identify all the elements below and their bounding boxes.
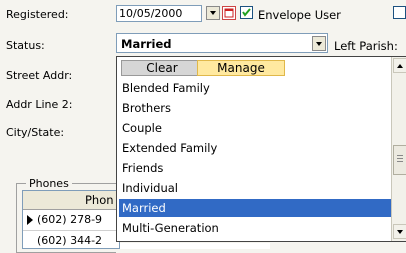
table-row[interactable]: (602) 278-9 <box>23 210 119 231</box>
phones-grid: Phon (602) 278-9 (602) 344-2 <box>22 190 120 249</box>
calendar-button[interactable] <box>222 6 236 20</box>
dropdown-option[interactable]: Multi-Generation <box>119 219 391 237</box>
extra-checkbox[interactable] <box>393 6 406 19</box>
date-dropdown-button[interactable] <box>206 6 220 20</box>
table-row[interactable]: (602) 344-2 <box>23 231 119 249</box>
scroll-thumb[interactable] <box>393 145 406 175</box>
phone-cell: (602) 278-9 <box>37 213 103 226</box>
dropdown-option[interactable]: Married <box>119 199 391 217</box>
dropdown-option[interactable]: Brothers <box>119 99 391 117</box>
registered-label: Registered: <box>6 8 69 21</box>
street-addr-label: Street Addr: <box>6 69 73 82</box>
dropdown-option[interactable]: Extended Family <box>119 139 391 157</box>
registered-date-field[interactable]: 10/05/2000 <box>116 5 202 22</box>
left-parish-label: Left Parish: <box>334 39 398 53</box>
dropdown-scrollbar[interactable] <box>391 57 406 241</box>
registered-date-value: 10/05/2000 <box>119 7 183 20</box>
status-select[interactable]: Married <box>116 33 328 53</box>
chevron-down-icon <box>316 41 322 46</box>
chevron-down-icon <box>397 229 403 234</box>
scroll-down-button[interactable] <box>393 224 406 239</box>
status-dropdown-button[interactable] <box>312 36 326 51</box>
scroll-up-button[interactable] <box>393 58 406 73</box>
calendar-icon <box>224 8 234 18</box>
phones-grid-header: Phon <box>23 191 119 210</box>
phones-column-header[interactable]: Phon <box>85 193 114 207</box>
checkmark-icon <box>242 8 251 17</box>
manage-button[interactable]: Manage <box>197 60 285 76</box>
current-row-indicator-icon <box>27 215 33 225</box>
city-state-label: City/State: <box>6 126 65 139</box>
phones-group-label: Phones <box>26 177 72 190</box>
addr-line2-label: Addr Line 2: <box>6 98 73 111</box>
status-dropdown-list[interactable]: Clear Manage Blended Family Brothers Coupl… <box>116 56 406 242</box>
status-label: Status: <box>6 39 45 52</box>
dropdown-option[interactable]: Blended Family <box>119 79 391 97</box>
dropdown-option[interactable]: Couple <box>119 119 391 137</box>
dropdown-option[interactable]: Individual <box>119 179 391 197</box>
phone-cell: (602) 344-2 <box>37 234 103 247</box>
envelope-user-label: Envelope User <box>258 8 341 22</box>
chevron-down-icon <box>210 11 216 15</box>
phones-grid-row2-extension <box>120 243 270 249</box>
envelope-user-checkbox[interactable] <box>240 6 253 19</box>
clear-button[interactable]: Clear <box>121 60 203 76</box>
chevron-up-icon <box>397 63 403 68</box>
dropdown-option[interactable]: Friends <box>119 159 391 177</box>
form-window: { "registered": { "label": "Registered:"… <box>0 0 406 253</box>
status-selected-value: Married <box>121 37 172 51</box>
